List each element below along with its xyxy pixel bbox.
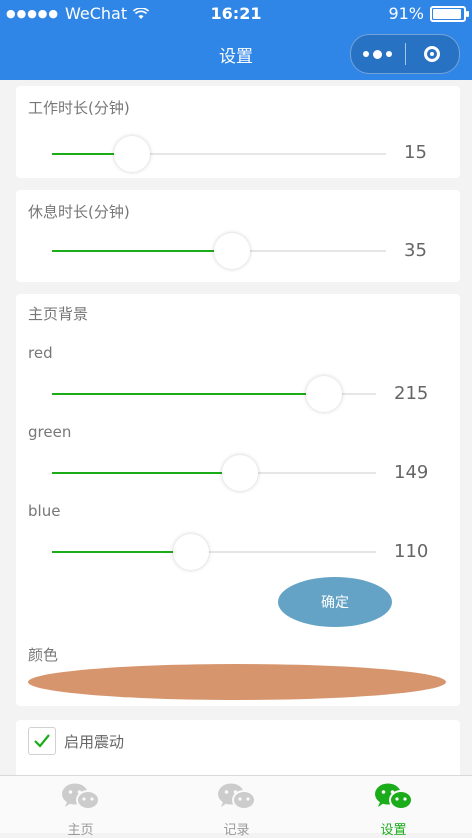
vibrate-card: 启用震动 bbox=[16, 720, 460, 775]
slider-thumb[interactable] bbox=[214, 233, 251, 269]
blue-label: blue bbox=[28, 502, 61, 520]
more-dot-icon bbox=[373, 49, 383, 59]
settings-content[interactable]: 工作时长(分钟) 15 休息时长(分钟) 35 主页背景 red 215 gre… bbox=[0, 80, 472, 775]
slider-thumb[interactable] bbox=[306, 376, 343, 412]
close-button[interactable] bbox=[406, 35, 460, 73]
more-button[interactable] bbox=[351, 35, 405, 73]
blue-value: 110 bbox=[394, 541, 429, 562]
color-preview-swatch bbox=[28, 664, 446, 700]
battery-percent: 91% bbox=[388, 4, 424, 23]
work-duration-card: 工作时长(分钟) 15 bbox=[16, 86, 460, 178]
slider-active-track bbox=[52, 250, 233, 252]
confirm-button[interactable]: 确定 bbox=[278, 577, 392, 627]
work-duration-value: 15 bbox=[404, 142, 427, 163]
tab-home[interactable]: 主页 bbox=[2, 776, 159, 838]
tab-bar: 主页 记录 设置 bbox=[0, 775, 472, 838]
status-bar: ●●●●● WeChat 16:21 91% bbox=[0, 0, 472, 28]
slider-thumb[interactable] bbox=[173, 534, 210, 570]
battery-icon bbox=[430, 5, 469, 22]
close-icon bbox=[424, 46, 441, 62]
vibrate-label: 启用震动 bbox=[64, 733, 125, 751]
blue-slider[interactable] bbox=[52, 532, 376, 572]
wechat-icon bbox=[217, 783, 256, 810]
more-dot-icon bbox=[363, 51, 370, 57]
rest-duration-card: 休息时长(分钟) 35 bbox=[16, 190, 460, 282]
slider-active-track bbox=[52, 393, 325, 395]
green-value: 149 bbox=[394, 462, 429, 483]
tab-records[interactable]: 记录 bbox=[158, 776, 315, 838]
slider-active-track bbox=[52, 551, 192, 553]
rest-duration-label: 休息时长(分钟) bbox=[28, 203, 130, 221]
green-slider[interactable] bbox=[52, 453, 376, 493]
green-label: green bbox=[28, 423, 72, 441]
rest-duration-value: 35 bbox=[404, 240, 427, 261]
wechat-icon bbox=[61, 783, 100, 810]
tab-home-label: 主页 bbox=[67, 823, 94, 838]
tab-records-label: 记录 bbox=[223, 823, 250, 838]
status-bar-right: 91% bbox=[388, 4, 469, 23]
tab-settings[interactable]: 设置 bbox=[315, 776, 472, 838]
work-duration-label: 工作时长(分钟) bbox=[28, 99, 130, 117]
color-label: 颜色 bbox=[28, 646, 59, 664]
tab-settings-label: 设置 bbox=[380, 823, 407, 838]
wechat-icon bbox=[374, 783, 413, 810]
background-color-label: 主页背景 bbox=[28, 305, 89, 323]
red-label: red bbox=[28, 344, 53, 362]
red-value: 215 bbox=[394, 383, 429, 404]
background-color-card: 主页背景 red 215 green 149 blue 110 确定 颜色 bbox=[16, 294, 460, 706]
vibrate-checkbox[interactable] bbox=[28, 727, 56, 755]
checkmark-icon bbox=[34, 734, 50, 748]
work-duration-slider[interactable] bbox=[52, 134, 386, 174]
slider-thumb[interactable] bbox=[114, 136, 151, 172]
rest-duration-slider[interactable] bbox=[52, 231, 386, 271]
red-slider[interactable] bbox=[52, 374, 376, 414]
slider-thumb[interactable] bbox=[221, 455, 258, 491]
battery-fill bbox=[433, 8, 461, 19]
navigation-bar: 设置 bbox=[0, 28, 472, 80]
slider-active-track bbox=[52, 472, 240, 474]
more-dot-icon bbox=[386, 51, 393, 57]
mini-program-capsule bbox=[350, 34, 460, 74]
